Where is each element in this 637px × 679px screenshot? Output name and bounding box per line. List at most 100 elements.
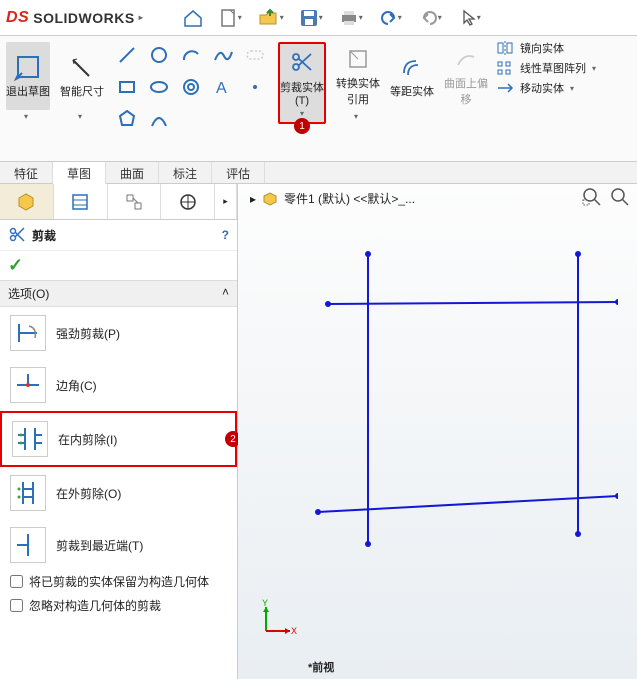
zoom-fit-button[interactable] bbox=[609, 186, 631, 208]
option-power-trim[interactable]: 强劲剪裁(P) bbox=[0, 307, 237, 359]
offset-entity-button[interactable]: 等距实体 bbox=[390, 42, 434, 110]
tab-sketch[interactable]: 草图 bbox=[53, 162, 106, 184]
trim-entity-button[interactable]: 剪裁实体(T) ▾ bbox=[278, 42, 326, 124]
exit-sketch-icon bbox=[14, 53, 42, 81]
trim-dd[interactable]: ▾ bbox=[298, 109, 306, 118]
home-icon bbox=[182, 8, 204, 28]
chk-ignore-construction[interactable]: 忽略对构造几何体的剪裁 bbox=[0, 595, 237, 619]
spline-icon bbox=[212, 44, 234, 66]
tab-eval[interactable]: 评估 bbox=[212, 162, 265, 183]
option-trim-outside[interactable]: 在外剪除(O) bbox=[0, 467, 237, 519]
part-icon bbox=[262, 191, 278, 207]
open-folder-icon bbox=[258, 8, 280, 28]
undo-icon bbox=[380, 10, 398, 26]
ellipse-tool[interactable] bbox=[146, 74, 172, 100]
save-icon bbox=[299, 8, 319, 28]
open-button[interactable]: ▾ bbox=[255, 4, 291, 32]
chk1-label: 将已剪裁的实体保留为构造几何体 bbox=[29, 575, 209, 591]
home-button[interactable] bbox=[175, 4, 211, 32]
new-file-icon bbox=[220, 8, 238, 28]
zoom-tools bbox=[581, 186, 631, 208]
ds-logo: DS bbox=[6, 9, 29, 27]
offset-icon bbox=[398, 53, 426, 81]
view-label: *前视 bbox=[308, 659, 334, 675]
redo-icon bbox=[420, 10, 438, 26]
text-tool[interactable]: A bbox=[210, 74, 236, 100]
move-label: 移动实体 bbox=[520, 80, 564, 96]
option-trim-inside[interactable]: 在内剪除(I) 2 bbox=[0, 411, 237, 467]
ptab-dimxpert[interactable] bbox=[161, 184, 215, 219]
dimxpert-icon bbox=[178, 192, 198, 212]
print-button[interactable]: ▾ bbox=[335, 4, 371, 32]
tab-annot[interactable]: 标注 bbox=[159, 162, 212, 183]
new-button[interactable]: ▾ bbox=[215, 4, 251, 32]
convert-entity-button[interactable]: 转换实体引用 bbox=[336, 42, 380, 110]
confirm-row: ✓ bbox=[0, 251, 237, 280]
ring-icon bbox=[180, 76, 202, 98]
slot-tool[interactable] bbox=[242, 42, 268, 68]
ring-tool[interactable] bbox=[178, 74, 204, 100]
property-panel: ▸ 剪裁 ? ✓ 选项(O) ˄ 强劲剪裁(P) 边角(C) 在内剪除(I) 2 bbox=[0, 184, 238, 679]
arc-tool[interactable] bbox=[178, 42, 204, 68]
spline-tool[interactable] bbox=[210, 42, 236, 68]
ribbon-tabs: 特征 草图 曲面 标注 评估 bbox=[0, 162, 637, 184]
redo-button[interactable]: ▾ bbox=[415, 4, 451, 32]
line-tool[interactable] bbox=[114, 42, 140, 68]
mirror-label: 镜向实体 bbox=[520, 40, 564, 56]
ptab-config-mgr[interactable] bbox=[108, 184, 162, 219]
save-button[interactable]: ▾ bbox=[295, 4, 331, 32]
smart-dim-dd[interactable]: ▾ bbox=[78, 112, 86, 121]
main-body: ▸ 剪裁 ? ✓ 选项(O) ˄ 强劲剪裁(P) 边角(C) 在内剪除(I) 2 bbox=[0, 184, 637, 679]
svg-text:Y: Y bbox=[262, 599, 268, 608]
polygon-tool[interactable] bbox=[114, 106, 140, 132]
graphics-viewport[interactable]: ▸ 零件1 (默认) <<默认>_... Y X *前视 bbox=[238, 184, 637, 679]
zoom-area-button[interactable] bbox=[581, 186, 603, 208]
power-trim-icon bbox=[10, 315, 46, 351]
point-tool[interactable] bbox=[242, 74, 268, 100]
trim-outside-label: 在外剪除(O) bbox=[56, 485, 121, 502]
parabola-tool[interactable] bbox=[146, 106, 172, 132]
option-corner[interactable]: 边角(C) bbox=[0, 359, 237, 411]
exit-sketch-button[interactable]: 退出草图 bbox=[6, 42, 50, 110]
point-icon bbox=[244, 76, 266, 98]
smart-dimension-icon bbox=[68, 53, 96, 81]
print-icon bbox=[339, 9, 359, 27]
ptab-property-mgr[interactable] bbox=[54, 184, 108, 219]
ptab-feature-mgr[interactable] bbox=[0, 184, 54, 219]
smart-dimension-button[interactable]: 智能尺寸 bbox=[60, 42, 104, 110]
options-header[interactable]: 选项(O) ˄ bbox=[0, 280, 237, 307]
options-label: 选项(O) bbox=[8, 285, 49, 302]
trim-nearest-label: 剪裁到最近端(T) bbox=[56, 537, 143, 554]
arc-icon bbox=[180, 44, 202, 66]
feature-mgr-icon bbox=[16, 192, 36, 212]
tab-features[interactable]: 特征 bbox=[0, 162, 53, 183]
chk2-input[interactable] bbox=[10, 599, 23, 612]
exit-sketch-dd[interactable]: ▾ bbox=[24, 112, 32, 121]
mirror-entity-button[interactable]: 镜向实体 bbox=[496, 40, 600, 56]
svg-text:A: A bbox=[216, 80, 227, 97]
move-entity-button[interactable]: 移动实体 ▾ bbox=[496, 80, 600, 96]
circle-tool[interactable] bbox=[146, 42, 172, 68]
property-mgr-icon bbox=[70, 192, 90, 212]
trim-icon bbox=[288, 49, 316, 77]
rect-tool[interactable] bbox=[114, 74, 140, 100]
panel-tabs: ▸ bbox=[0, 184, 237, 220]
trim-title-icon bbox=[8, 226, 26, 244]
breadcrumb[interactable]: ▸ 零件1 (默认) <<默认>_... bbox=[250, 190, 415, 207]
tab-surface[interactable]: 曲面 bbox=[106, 162, 159, 183]
chk-keep-as-construction[interactable]: 将已剪裁的实体保留为构造几何体 bbox=[0, 571, 237, 595]
app-menu-dropdown[interactable]: ▸ bbox=[139, 13, 147, 22]
circle-icon bbox=[148, 44, 170, 66]
ptab-more[interactable]: ▸ bbox=[215, 184, 237, 219]
select-button[interactable]: ▾ bbox=[455, 4, 491, 32]
option-trim-nearest[interactable]: 剪裁到最近端(T) bbox=[0, 519, 237, 571]
linear-pattern-button[interactable]: 线性草图阵列 ▾ bbox=[496, 60, 600, 76]
trim-inside-icon bbox=[12, 421, 48, 457]
convert-dd[interactable]: ▾ bbox=[354, 112, 362, 121]
ok-button[interactable]: ✓ bbox=[8, 255, 23, 275]
chk1-input[interactable] bbox=[10, 575, 23, 588]
power-trim-label: 强劲剪裁(P) bbox=[56, 325, 120, 342]
help-button[interactable]: ? bbox=[222, 228, 229, 242]
undo-button[interactable]: ▾ bbox=[375, 4, 411, 32]
svg-text:X: X bbox=[291, 626, 297, 636]
